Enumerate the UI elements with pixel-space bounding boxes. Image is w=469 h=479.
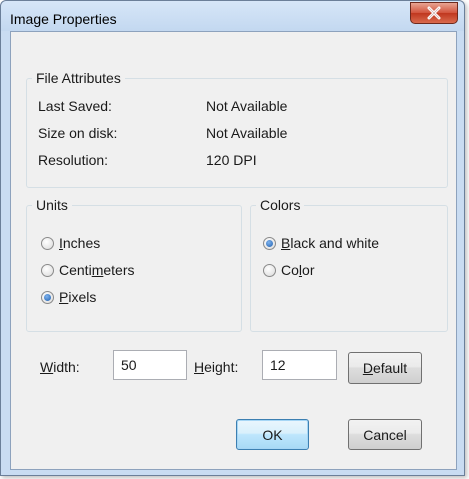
resolution-value: 120 DPI bbox=[206, 152, 257, 168]
radio-color-indicator[interactable] bbox=[263, 263, 276, 277]
size-on-disk-label: Size on disk: bbox=[38, 125, 118, 141]
units-inches-label: Inches bbox=[59, 235, 101, 251]
dialog-client-area: File Attributes Last Saved: Not Availabl… bbox=[10, 31, 457, 470]
resolution-label: Resolution: bbox=[38, 152, 109, 168]
width-label: Width: bbox=[40, 359, 80, 375]
last-saved-label: Last Saved: bbox=[38, 98, 112, 114]
radio-centimeters-indicator[interactable] bbox=[41, 263, 54, 277]
height-input[interactable] bbox=[262, 350, 337, 380]
last-saved-value: Not Available bbox=[206, 98, 288, 114]
units-inches-radio[interactable]: Inches bbox=[41, 235, 100, 251]
colors-color-label: Color bbox=[281, 262, 315, 278]
window-title: Image Properties bbox=[10, 11, 117, 27]
colors-legend: Colors bbox=[260, 197, 301, 213]
close-icon bbox=[427, 6, 441, 20]
height-label: Height: bbox=[194, 359, 239, 375]
units-centimeters-label: Centimeters bbox=[59, 262, 135, 278]
radio-inches-indicator[interactable] bbox=[41, 236, 54, 250]
radio-black-white-indicator[interactable] bbox=[263, 236, 276, 250]
colors-color-radio[interactable]: Color bbox=[263, 262, 314, 278]
cancel-button[interactable]: Cancel bbox=[348, 419, 422, 450]
close-button[interactable] bbox=[410, 2, 458, 24]
default-button[interactable]: Default bbox=[348, 352, 422, 384]
colors-black-white-radio[interactable]: Black and white bbox=[263, 235, 379, 251]
file-attributes-legend: File Attributes bbox=[36, 70, 121, 86]
ok-button[interactable]: OK bbox=[236, 419, 309, 450]
title-bar[interactable]: Image Properties bbox=[1, 1, 464, 31]
dialog-window: Image Properties File Attributes Last Sa… bbox=[0, 0, 465, 476]
units-legend: Units bbox=[36, 197, 68, 213]
width-input[interactable] bbox=[113, 350, 187, 380]
default-button-label: Default bbox=[362, 360, 408, 376]
radio-pixels-indicator[interactable] bbox=[41, 290, 54, 304]
ok-button-label: OK bbox=[262, 426, 283, 443]
colors-black-white-label: Black and white bbox=[281, 235, 380, 251]
units-pixels-radio[interactable]: Pixels bbox=[41, 289, 96, 305]
units-pixels-label: Pixels bbox=[59, 289, 97, 305]
size-on-disk-value: Not Available bbox=[206, 125, 288, 141]
units-centimeters-radio[interactable]: Centimeters bbox=[41, 262, 134, 278]
cancel-button-label: Cancel bbox=[363, 426, 407, 443]
